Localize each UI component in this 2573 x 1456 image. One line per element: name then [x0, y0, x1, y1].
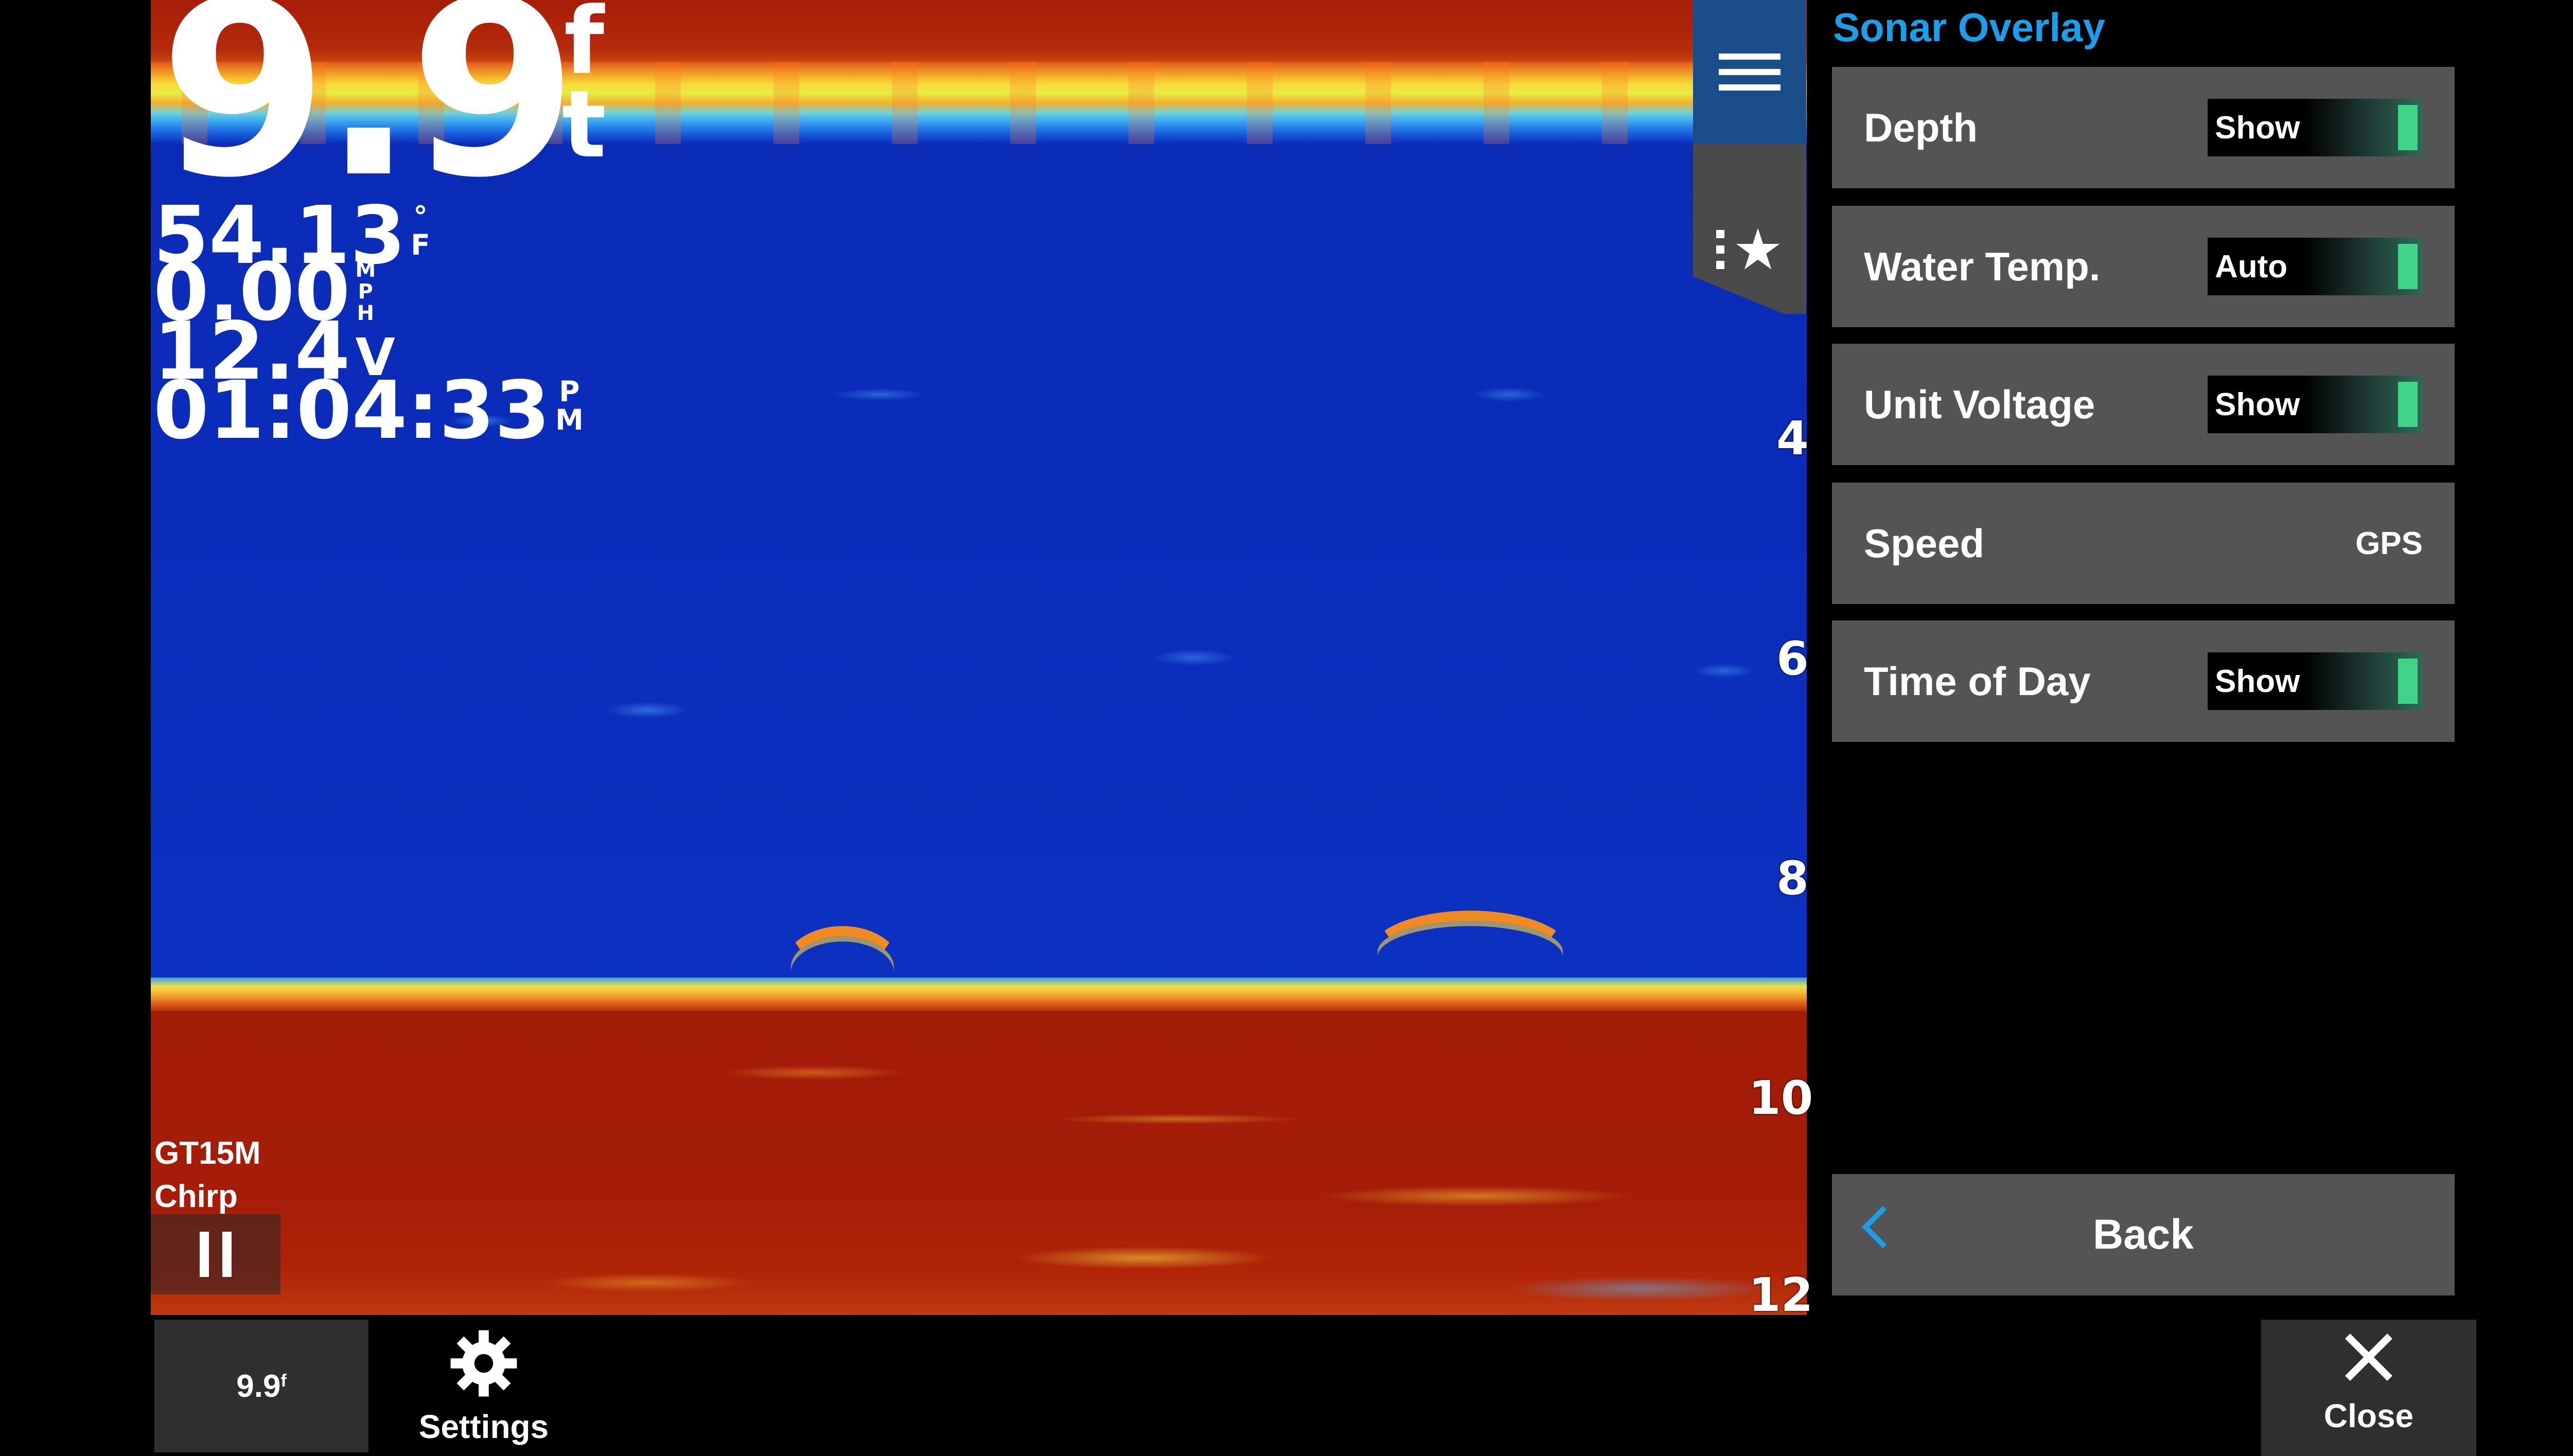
menu-tab[interactable]	[1693, 0, 1806, 144]
depth-toggle[interactable]: Show	[2208, 99, 2423, 156]
fish-arch	[1370, 911, 1570, 993]
chevron-left-icon	[1861, 1205, 1905, 1249]
depth-scale-label: 10	[1749, 1071, 1813, 1125]
close-button[interactable]: Close	[2261, 1320, 2476, 1456]
toggle-value: Auto	[2215, 248, 2288, 285]
bottom-return	[151, 1011, 1807, 1315]
gear-icon	[450, 1330, 517, 1397]
toggle-value: Show	[2215, 386, 2300, 422]
menu-item-water-temp[interactable]: Water Temp. Auto	[1832, 206, 2455, 327]
transducer-info: GT15M Chirp	[154, 1132, 261, 1218]
transducer-model: GT15M	[154, 1135, 261, 1171]
depth-scale-label: 6	[1776, 632, 1809, 686]
water-temp-unit-top: °	[413, 200, 428, 233]
time-value: 01:04:33	[153, 364, 551, 457]
depth-scale-label: 12	[1749, 1268, 1813, 1322]
time-unit: P M	[555, 378, 584, 434]
time-unit-bottom: M	[555, 403, 584, 436]
time-of-day-toggle[interactable]: Show	[2208, 652, 2423, 710]
menu-item-label: Speed	[1864, 520, 1985, 566]
time-unit-top: P	[559, 375, 580, 408]
menu-item-unit-voltage[interactable]: Unit Voltage Show	[1832, 344, 2455, 465]
depth-unit-bottom: t	[561, 71, 607, 179]
depth-chip-unit: f	[280, 1371, 287, 1391]
depth-scale-label: 4	[1776, 412, 1809, 466]
unit-voltage-toggle[interactable]: Show	[2208, 376, 2423, 433]
toggle-knob	[2398, 659, 2418, 704]
speed-unit-top: M	[355, 258, 376, 282]
close-label: Close	[2323, 1397, 2414, 1434]
toggle-knob	[2398, 382, 2418, 427]
toggle-knob	[2398, 105, 2418, 150]
water-temp-unit: ° F	[411, 203, 430, 259]
time-readout: 01:04:33 P M	[153, 370, 584, 450]
pause-icon	[222, 1232, 232, 1277]
speed-source-value: GPS	[2355, 525, 2423, 561]
fishfinder-screen: 9.9 f t 54.13 ° F 0.00 M P H 12.4 V 01:0…	[0, 0, 2573, 1456]
hamburger-menu-icon	[1719, 54, 1781, 91]
water-temp-toggle[interactable]: Auto	[2208, 238, 2423, 295]
settings-label: Settings	[418, 1408, 549, 1445]
menu-item-time-of-day[interactable]: Time of Day Show	[1832, 620, 2455, 742]
back-button[interactable]: Back	[1832, 1174, 2455, 1295]
depth-chip-value: 9.9	[236, 1368, 281, 1404]
toggle-value: Show	[2215, 663, 2300, 699]
menu-item-label: Water Temp.	[1864, 243, 2101, 289]
pause-icon	[200, 1232, 209, 1277]
speed-unit-mid: P	[358, 280, 373, 304]
water-temp-unit-bottom: F	[411, 228, 430, 261]
pause-button[interactable]	[151, 1214, 280, 1294]
fish-arch	[784, 926, 901, 1008]
depth-chip-button[interactable]: 9.9 f	[154, 1320, 368, 1452]
menu-item-label: Unit Voltage	[1864, 381, 2095, 427]
menu-item-label: Depth	[1864, 104, 1978, 150]
depth-readout: 9.9	[160, 0, 578, 230]
close-icon	[2343, 1331, 2394, 1382]
back-button-label: Back	[2092, 1211, 2194, 1258]
depth-scale-label: 8	[1776, 851, 1809, 905]
page-title: Sonar Overlay	[1833, 5, 2105, 50]
toggle-value: Show	[2215, 110, 2300, 146]
menu-item-depth[interactable]: Depth Show	[1832, 67, 2455, 188]
menu-item-speed[interactable]: Speed GPS	[1832, 483, 2455, 604]
transducer-mode: Chirp	[154, 1178, 238, 1214]
settings-button[interactable]: Settings	[407, 1322, 561, 1453]
toggle-knob	[2398, 244, 2418, 289]
depth-unit: f t	[556, 0, 612, 179]
menu-item-label: Time of Day	[1864, 658, 2091, 704]
